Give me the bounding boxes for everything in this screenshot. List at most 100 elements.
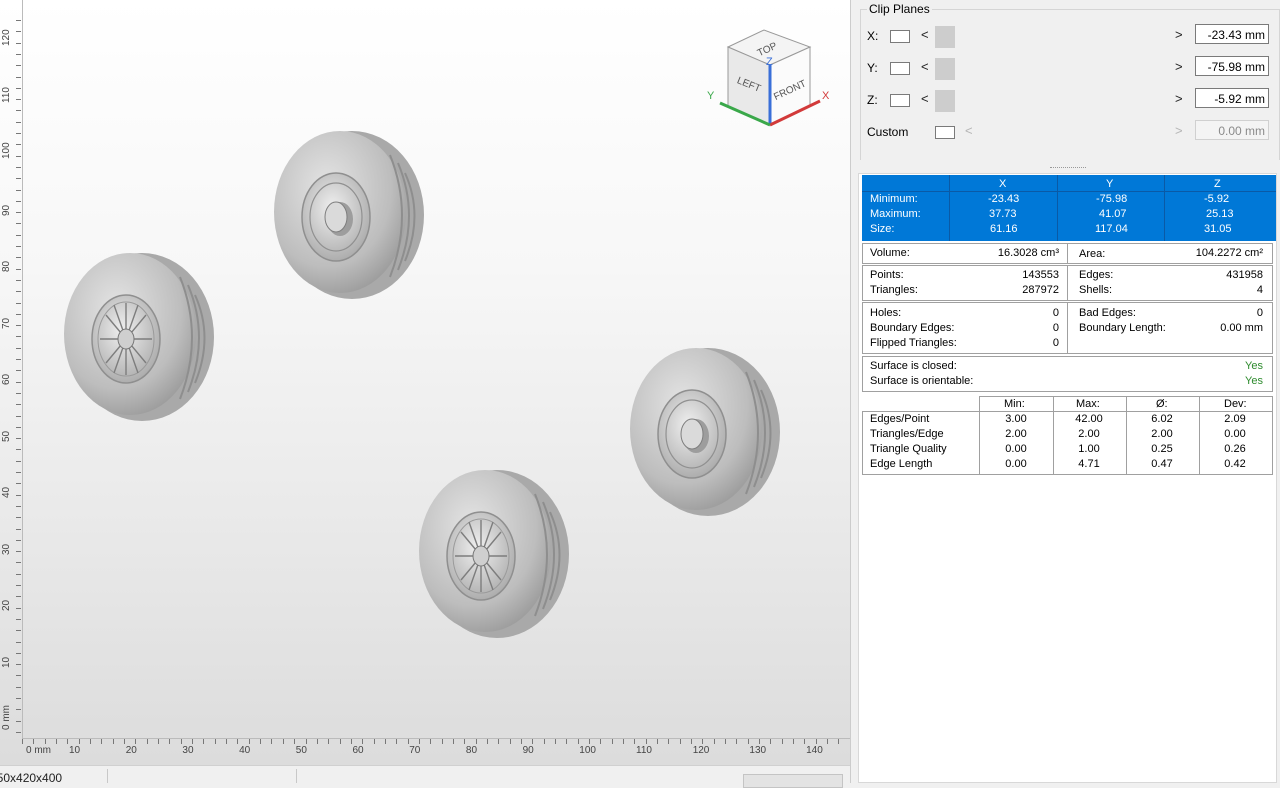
clip-y-toggle[interactable] xyxy=(890,62,910,75)
wheel-model[interactable] xyxy=(418,469,570,639)
resize-grip[interactable] xyxy=(1050,167,1086,170)
wheel-model[interactable] xyxy=(273,130,425,300)
clip-x-value-field[interactable]: -23.43 mm xyxy=(1195,24,1269,44)
status-bar: 450x420x400 xyxy=(0,765,850,788)
ruler-tick xyxy=(226,739,228,744)
ruler-tick xyxy=(475,739,477,744)
bounds-header: X Y Z xyxy=(862,177,1276,192)
ruler-tick xyxy=(16,87,21,89)
ruler-tick xyxy=(691,739,693,744)
volume-value: 16.3028 cm³ xyxy=(997,247,1059,259)
ruler-tick xyxy=(16,494,21,496)
slider-thumb[interactable] xyxy=(935,26,955,48)
clip-z-toggle[interactable] xyxy=(890,94,910,107)
ruler-tick xyxy=(16,539,21,541)
clip-row-z: Z: < > -5.92 mm xyxy=(860,88,1278,112)
ruler-label: 100 xyxy=(1,142,12,159)
ruler-tick xyxy=(16,65,21,67)
bounds-table[interactable]: X Y Z Minimum: -23.43 -75.98 -5.92 Maxim… xyxy=(862,175,1276,241)
chevron-right-icon[interactable]: > xyxy=(1175,59,1183,74)
clip-y-slider[interactable] xyxy=(935,58,1175,80)
chevron-left-icon[interactable]: < xyxy=(921,91,929,106)
ruler-tick xyxy=(600,739,602,744)
quality-min-value: 0.00 xyxy=(1005,458,1027,470)
clip-z-label: Z: xyxy=(867,93,878,107)
bad-edges-value: 0 xyxy=(1256,307,1263,319)
clip-row-custom: Custom < > 0.00 mm xyxy=(860,120,1278,144)
ruler-tick xyxy=(16,133,21,134)
clip-row-y: Y: < > -75.98 mm xyxy=(860,56,1278,80)
ruler-tick xyxy=(679,739,681,744)
ruler-tick xyxy=(532,739,534,744)
wheel-model[interactable] xyxy=(63,252,215,422)
view-cube[interactable]: TOP LEFT FRONT X Y Z xyxy=(702,25,832,135)
ruler-tick xyxy=(16,178,21,180)
slider-thumb[interactable] xyxy=(935,58,955,80)
chevron-right-icon[interactable]: > xyxy=(1175,27,1183,42)
axis-z-label: Z xyxy=(766,56,773,68)
chevron-right-icon[interactable]: > xyxy=(1175,123,1183,138)
ruler-tick xyxy=(16,449,21,451)
bad-edges-label: Bad Edges: xyxy=(1079,307,1136,319)
axis-x-label: X xyxy=(822,90,830,102)
ruler-tick xyxy=(135,739,137,744)
ruler-tick xyxy=(16,31,21,33)
ruler-label: 20 xyxy=(125,745,137,756)
quality-avg-value: 0.25 xyxy=(1151,443,1173,455)
holes-label: Holes: xyxy=(870,307,902,319)
ruler-label: 140 xyxy=(806,745,823,756)
bounds-label: Maximum: xyxy=(870,208,921,220)
ruler-tick xyxy=(16,223,21,225)
holes-value: 0 xyxy=(1052,307,1059,319)
area-value: 104.2272 cm² xyxy=(1195,247,1263,259)
ruler-tick xyxy=(158,739,160,744)
clip-y-value-field[interactable]: -75.98 mm xyxy=(1195,56,1269,76)
clip-y-label: Y: xyxy=(867,61,878,75)
ruler-tick xyxy=(668,739,670,744)
ruler-label: 60 xyxy=(1,373,12,385)
quality-max-value: 2.00 xyxy=(1078,428,1100,440)
chevron-right-icon[interactable]: > xyxy=(1175,91,1183,106)
ruler-tick xyxy=(464,739,466,744)
ruler-tick xyxy=(577,739,579,744)
clip-planes-panel: Clip Planes X: < > -23.43 mm Y: < > -75.… xyxy=(860,0,1280,160)
ruler-tick xyxy=(815,739,817,744)
ruler-tick xyxy=(56,739,58,744)
ruler-tick xyxy=(16,212,21,214)
bounds-label: Size: xyxy=(870,223,895,235)
ruler-label: 120 xyxy=(692,745,710,756)
boundary-length-value: 0.00 mm xyxy=(1220,322,1263,334)
chevron-left-icon[interactable]: < xyxy=(921,59,929,74)
ruler-tick xyxy=(16,415,21,417)
quality-avg-value: 6.02 xyxy=(1151,413,1173,425)
ruler-tick xyxy=(781,739,783,744)
ruler-tick xyxy=(725,739,727,744)
3d-viewport[interactable]: TOP LEFT FRONT X Y Z 0 mm 10 20 30 40 50 60 70 8… xyxy=(0,0,850,765)
clip-z-value-field[interactable]: -5.92 mm xyxy=(1195,88,1269,108)
chevron-left-icon[interactable]: < xyxy=(965,123,973,138)
status-button[interactable] xyxy=(743,774,843,788)
clip-x-slider[interactable] xyxy=(935,26,1175,48)
ruler-tick xyxy=(339,739,341,744)
quality-avg-value: 0.47 xyxy=(1151,458,1173,470)
clip-custom-toggle[interactable] xyxy=(935,126,955,139)
clip-custom-value-field[interactable]: 0.00 mm xyxy=(1195,120,1269,140)
chevron-left-icon[interactable]: < xyxy=(921,27,929,42)
ruler-label: 80 xyxy=(465,745,478,756)
wheel-model[interactable] xyxy=(629,347,781,517)
ruler-tick xyxy=(22,739,23,744)
clip-x-toggle[interactable] xyxy=(890,30,910,43)
bounds-row: Minimum: -23.43 -75.98 -5.92 xyxy=(862,192,1276,207)
ruler-tick xyxy=(16,99,21,101)
ruler-tick xyxy=(16,359,21,360)
ruler-tick xyxy=(16,675,21,677)
ruler-tick xyxy=(486,739,488,744)
ruler-tick xyxy=(838,739,840,744)
clip-z-slider[interactable] xyxy=(935,90,1175,112)
ruler-tick xyxy=(180,739,182,744)
ruler-tick xyxy=(362,739,364,744)
ruler-tick xyxy=(441,739,443,744)
ruler-tick xyxy=(16,189,21,191)
ruler-tick xyxy=(713,739,715,744)
slider-thumb[interactable] xyxy=(935,90,955,112)
